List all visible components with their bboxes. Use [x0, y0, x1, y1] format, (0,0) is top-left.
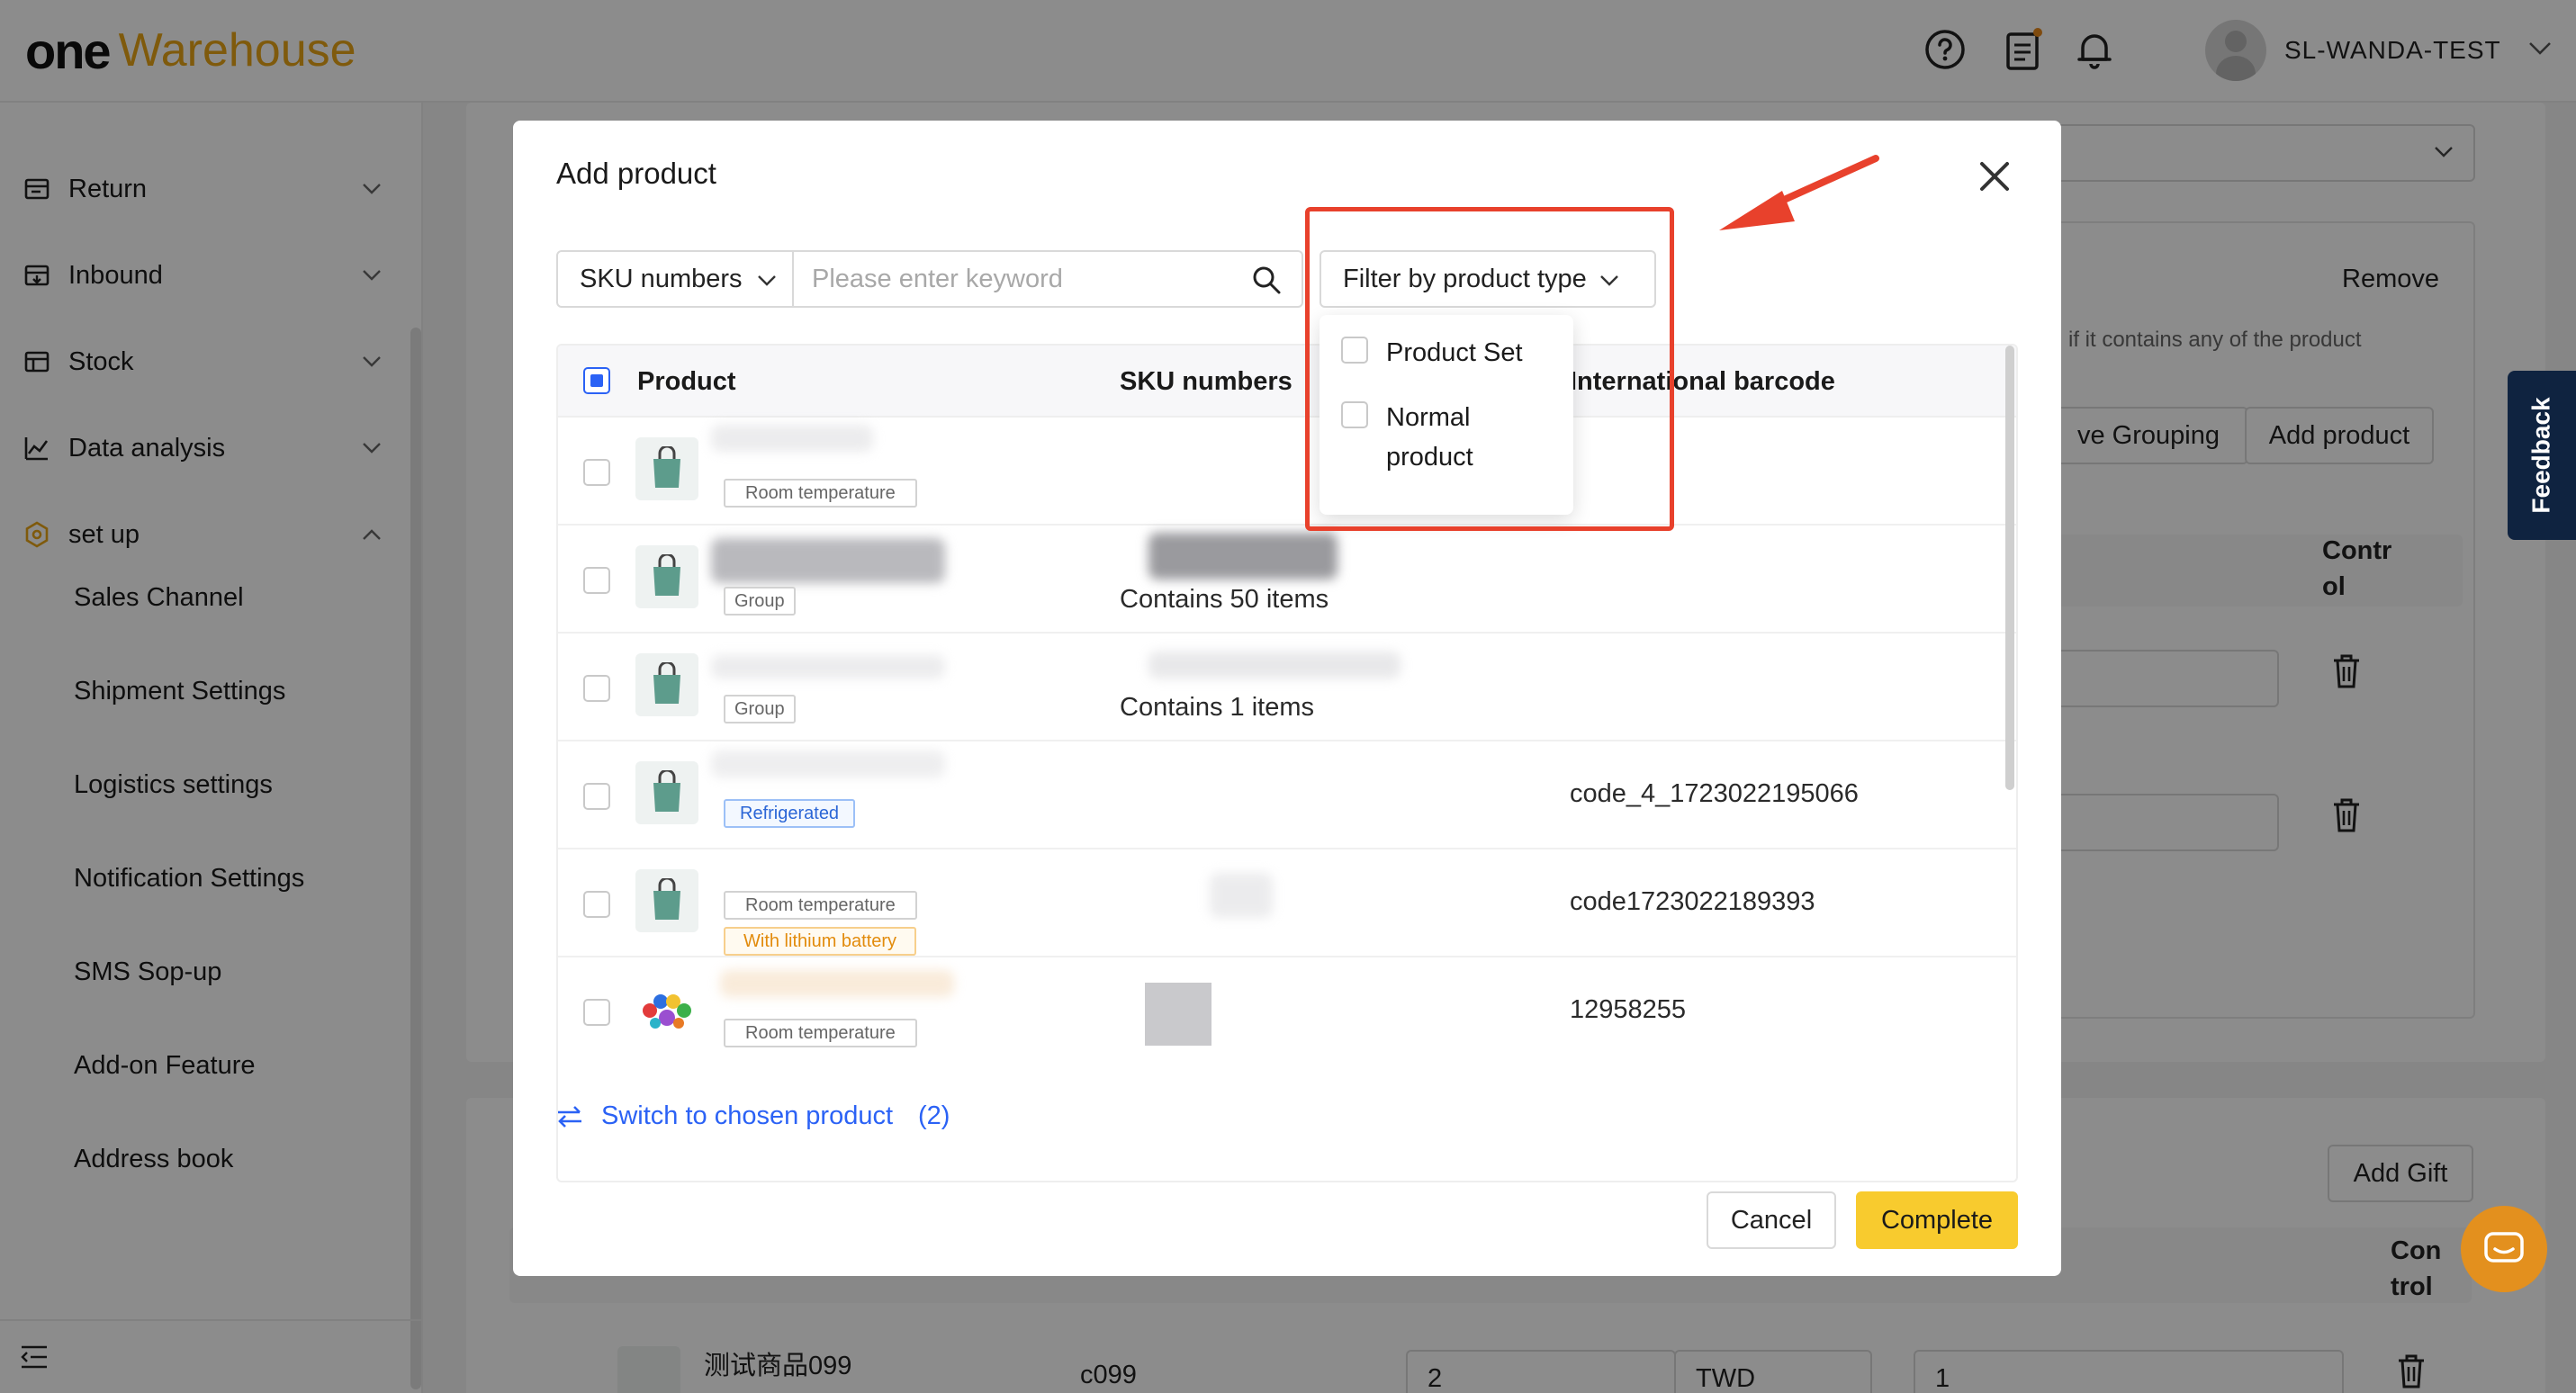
- annotation-highlight-box: [1305, 207, 1674, 531]
- feedback-label: Feedback: [2527, 397, 2556, 514]
- product-tag: Room temperature: [724, 479, 917, 508]
- product-tag: Refrigerated: [724, 799, 856, 828]
- table-row[interactable]: Room temperature With lithium battery co…: [558, 849, 2016, 957]
- product-table: Product SKU numbers International barcod…: [556, 344, 2018, 1182]
- table-header: Product SKU numbers International barcod…: [558, 346, 2016, 418]
- blurred-name: [711, 750, 945, 777]
- table-row[interactable]: Group Contains 1 items: [558, 634, 2016, 741]
- product-thumbnail: [635, 761, 698, 824]
- blurred-name: [711, 425, 873, 452]
- product-tag: With lithium battery: [724, 927, 917, 956]
- search-icon[interactable]: [1251, 265, 1282, 302]
- blurred-name: [711, 538, 945, 583]
- barcode-cell: 12958255: [1570, 995, 1687, 1024]
- sku-cell: Contains 1 items: [1120, 693, 1314, 722]
- column-header-product: Product: [637, 367, 736, 396]
- product-tag: Room temperature: [724, 891, 917, 920]
- blurred-sku: [1148, 652, 1401, 679]
- row-checkbox[interactable]: [583, 783, 610, 810]
- keyword-input[interactable]: [812, 264, 1226, 294]
- close-icon[interactable]: [1973, 155, 2016, 198]
- product-thumbnail: [635, 437, 698, 500]
- blurred-name: [711, 655, 945, 679]
- keyword-search-box: [792, 250, 1303, 308]
- barcode-cell: code_4_1723022195066: [1570, 779, 1859, 808]
- product-tag: Group: [724, 587, 796, 616]
- add-product-modal: Add product SKU numbers Filter by produc…: [513, 121, 2061, 1276]
- chat-icon: [2484, 1232, 2524, 1263]
- chosen-count: (2): [918, 1101, 950, 1130]
- complete-button[interactable]: Complete: [1856, 1191, 2018, 1249]
- select-all-checkbox[interactable]: [583, 367, 610, 394]
- annotation-arrow-icon: [1719, 155, 1879, 230]
- product-tag: Room temperature: [724, 1019, 917, 1047]
- modal-title: Add product: [556, 157, 716, 190]
- barcode-cell: code1723022189393: [1570, 887, 1815, 916]
- product-thumbnail: [635, 545, 698, 608]
- row-checkbox[interactable]: [583, 567, 610, 594]
- feedback-tab[interactable]: Feedback: [2508, 371, 2576, 540]
- chevron-down-icon: [757, 265, 777, 294]
- table-scrollbar[interactable]: [2005, 346, 2014, 790]
- row-checkbox[interactable]: [583, 999, 610, 1026]
- cancel-button[interactable]: Cancel: [1707, 1191, 1836, 1249]
- row-checkbox[interactable]: [583, 459, 610, 486]
- product-tag: Group: [724, 695, 796, 723]
- swap-icon: [558, 1105, 581, 1128]
- blurred-sku: [1148, 533, 1338, 580]
- table-row[interactable]: Room temperature 12958255: [558, 957, 2016, 1065]
- search-field-select[interactable]: SKU numbers: [556, 250, 794, 308]
- row-checkbox[interactable]: [583, 891, 610, 918]
- row-checkbox[interactable]: [583, 675, 610, 702]
- search-field-label: SKU numbers: [580, 264, 743, 293]
- product-thumbnail: [635, 653, 698, 716]
- table-row[interactable]: Refrigerated code_4_1723022195066: [558, 741, 2016, 849]
- product-thumbnail: [635, 977, 698, 1040]
- blurred-sku: [1145, 983, 1211, 1046]
- sku-cell: Contains 50 items: [1120, 585, 1329, 614]
- switch-link-label: Switch to chosen product: [601, 1101, 894, 1130]
- table-row[interactable]: Group Contains 50 items: [558, 526, 2016, 634]
- chat-button[interactable]: [2461, 1206, 2547, 1292]
- blurred-name: [720, 970, 954, 997]
- table-row[interactable]: Room temperature: [558, 418, 2016, 526]
- blurred-sku: [1210, 873, 1273, 918]
- switch-to-chosen-link[interactable]: Switch to chosen product (2): [556, 1101, 950, 1131]
- column-header-sku: SKU numbers: [1120, 367, 1293, 396]
- product-thumbnail: [635, 869, 698, 932]
